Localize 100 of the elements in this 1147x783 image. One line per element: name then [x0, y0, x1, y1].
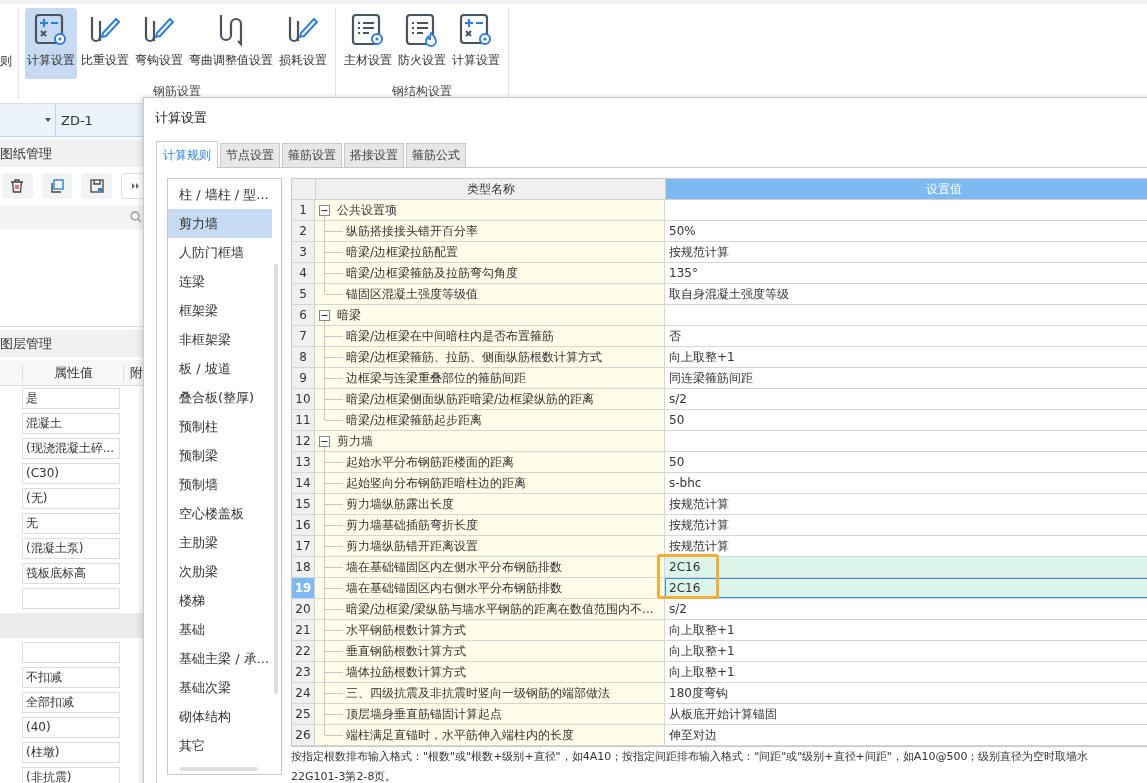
row-number[interactable]: 3	[292, 242, 315, 262]
category-item[interactable]: 非框架梁	[168, 325, 272, 354]
property-field[interactable]: (无)	[22, 488, 120, 509]
category-item[interactable]: 连梁	[168, 267, 272, 296]
property-field[interactable]	[22, 588, 120, 609]
ribbon-button[interactable]: 防火设置	[396, 8, 448, 79]
row-number[interactable]: 2	[292, 221, 315, 241]
property-field[interactable]: (40)	[22, 717, 120, 738]
setting-value[interactable]: 2C16	[665, 557, 1147, 577]
tab[interactable]: 搭接设置	[344, 143, 404, 167]
row-number[interactable]: 21	[292, 620, 315, 640]
category-item[interactable]: 次肋梁	[168, 557, 272, 586]
row-number[interactable]: 5	[292, 284, 315, 304]
property-field[interactable]: (混凝土泵)	[22, 538, 120, 559]
setting-value[interactable]: 从板底开始计算锚固	[665, 704, 1147, 724]
copy-button[interactable]	[41, 173, 73, 199]
row-number[interactable]: 15	[292, 494, 315, 514]
category-item[interactable]: 砌体结构	[168, 702, 272, 731]
category-item[interactable]: 剪力墙	[168, 209, 272, 238]
category-item[interactable]: 其它	[168, 731, 272, 760]
property-field[interactable]: (非抗震)	[22, 767, 120, 783]
property-field[interactable]: 混凝土	[22, 413, 120, 434]
ribbon-button[interactable]: 计算设置	[450, 8, 502, 79]
category-item[interactable]: 板 / 坡道	[168, 354, 272, 383]
setting-value[interactable]: 50%	[665, 221, 1147, 241]
property-field[interactable]: 全部扣减	[22, 692, 120, 713]
save-button[interactable]	[81, 173, 113, 199]
row-number[interactable]: 20	[292, 599, 315, 619]
setting-value[interactable]: 取自身混凝土强度等级	[665, 284, 1147, 304]
collapse-icon[interactable]	[319, 204, 330, 216]
category-item[interactable]: 主肋梁	[168, 528, 272, 557]
ribbon-button[interactable]: 主材设置	[342, 8, 394, 79]
collapse-icon[interactable]	[319, 309, 330, 321]
setting-value[interactable]: s/2	[665, 599, 1147, 619]
category-item[interactable]: 基础主梁 / 承...	[168, 644, 272, 673]
setting-value[interactable]: 伸至对边	[665, 725, 1147, 745]
category-item[interactable]: 叠合板(整厚)	[168, 383, 272, 412]
category-item[interactable]: 预制墙	[168, 470, 272, 499]
tab[interactable]: 箍筋公式	[406, 143, 466, 167]
tab[interactable]: 计算规则	[156, 141, 218, 168]
category-item[interactable]: 楼梯	[168, 586, 272, 615]
row-number[interactable]: 24	[292, 683, 315, 703]
setting-value[interactable]: 按规范计算	[665, 536, 1147, 556]
ribbon-button[interactable]: 比重设置	[79, 8, 131, 79]
category-item[interactable]: 柱 / 墙柱 / 型...	[168, 180, 272, 209]
setting-value[interactable]: 2C16	[665, 578, 1147, 598]
tab[interactable]: 节点设置	[220, 143, 280, 167]
row-number[interactable]: 10	[292, 389, 315, 409]
property-field[interactable]: 是	[22, 388, 120, 409]
property-field[interactable]: 不扣减	[22, 667, 120, 688]
scrollbar[interactable]	[180, 767, 258, 771]
setting-value[interactable]: 向上取整+1	[665, 347, 1147, 367]
setting-value[interactable]: 否	[665, 326, 1147, 346]
ribbon-button[interactable]: 弯曲调整值设置	[187, 8, 275, 79]
category-item[interactable]: 空心楼盖板	[168, 499, 272, 528]
row-number[interactable]: 9	[292, 368, 315, 388]
category-item[interactable]: 人防门框墙	[168, 238, 272, 267]
property-field[interactable]: (现浇混凝土碎...	[22, 438, 120, 459]
row-number[interactable]: 25	[292, 704, 315, 724]
setting-value[interactable]: 向上取整+1	[665, 662, 1147, 682]
row-number[interactable]: 7	[292, 326, 315, 346]
ribbon-button[interactable]: 计算设置	[25, 8, 77, 79]
property-field[interactable]: (C30)	[22, 463, 120, 484]
row-number[interactable]: 12	[292, 431, 315, 451]
row-number[interactable]: 17	[292, 536, 315, 556]
category-item[interactable]: 预制柱	[168, 412, 272, 441]
row-number[interactable]: 11	[292, 410, 315, 430]
row-number[interactable]: 14	[292, 473, 315, 493]
category-item[interactable]: 框架梁	[168, 296, 272, 325]
ribbon-button[interactable]: 损耗设置	[277, 8, 329, 79]
setting-value[interactable]: 按规范计算	[665, 494, 1147, 514]
setting-value[interactable]: s-bhc	[665, 473, 1147, 493]
setting-value[interactable]: 50	[665, 410, 1147, 430]
ribbon-button[interactable]: 弯钩设置	[133, 8, 185, 79]
property-field[interactable]: (柱墩)	[22, 742, 120, 763]
property-field[interactable]	[22, 642, 120, 663]
setting-value[interactable]: 向上取整+1	[665, 641, 1147, 661]
category-item[interactable]: 基础	[168, 615, 272, 644]
property-field[interactable]: 无	[22, 513, 120, 534]
row-number[interactable]: 6	[292, 305, 315, 325]
property-field[interactable]: 筏板底标高	[22, 563, 120, 584]
row-number[interactable]: 22	[292, 641, 315, 661]
setting-value[interactable]: 50	[665, 452, 1147, 472]
setting-value[interactable]: 同连梁箍筋间距	[665, 368, 1147, 388]
row-number[interactable]: 16	[292, 515, 315, 535]
collapse-icon[interactable]	[319, 435, 330, 447]
delete-button[interactable]	[2, 173, 33, 199]
scrollbar[interactable]	[274, 264, 278, 694]
row-number[interactable]: 4	[292, 263, 315, 283]
row-number[interactable]: 1	[292, 200, 315, 220]
category-item[interactable]: 预制梁	[168, 441, 272, 470]
setting-value[interactable]: 按规范计算	[665, 242, 1147, 262]
row-number[interactable]: 23	[292, 662, 315, 682]
tab[interactable]: 箍筋设置	[282, 143, 342, 167]
ribbon-button-label[interactable]: 则	[0, 53, 12, 70]
category-item[interactable]: 基础次梁	[168, 673, 272, 702]
row-number[interactable]: 13	[292, 452, 315, 472]
setting-value[interactable]: 按规范计算	[665, 515, 1147, 535]
setting-value[interactable]: 180度弯钩	[665, 683, 1147, 703]
setting-value[interactable]: 向上取整+1	[665, 620, 1147, 640]
